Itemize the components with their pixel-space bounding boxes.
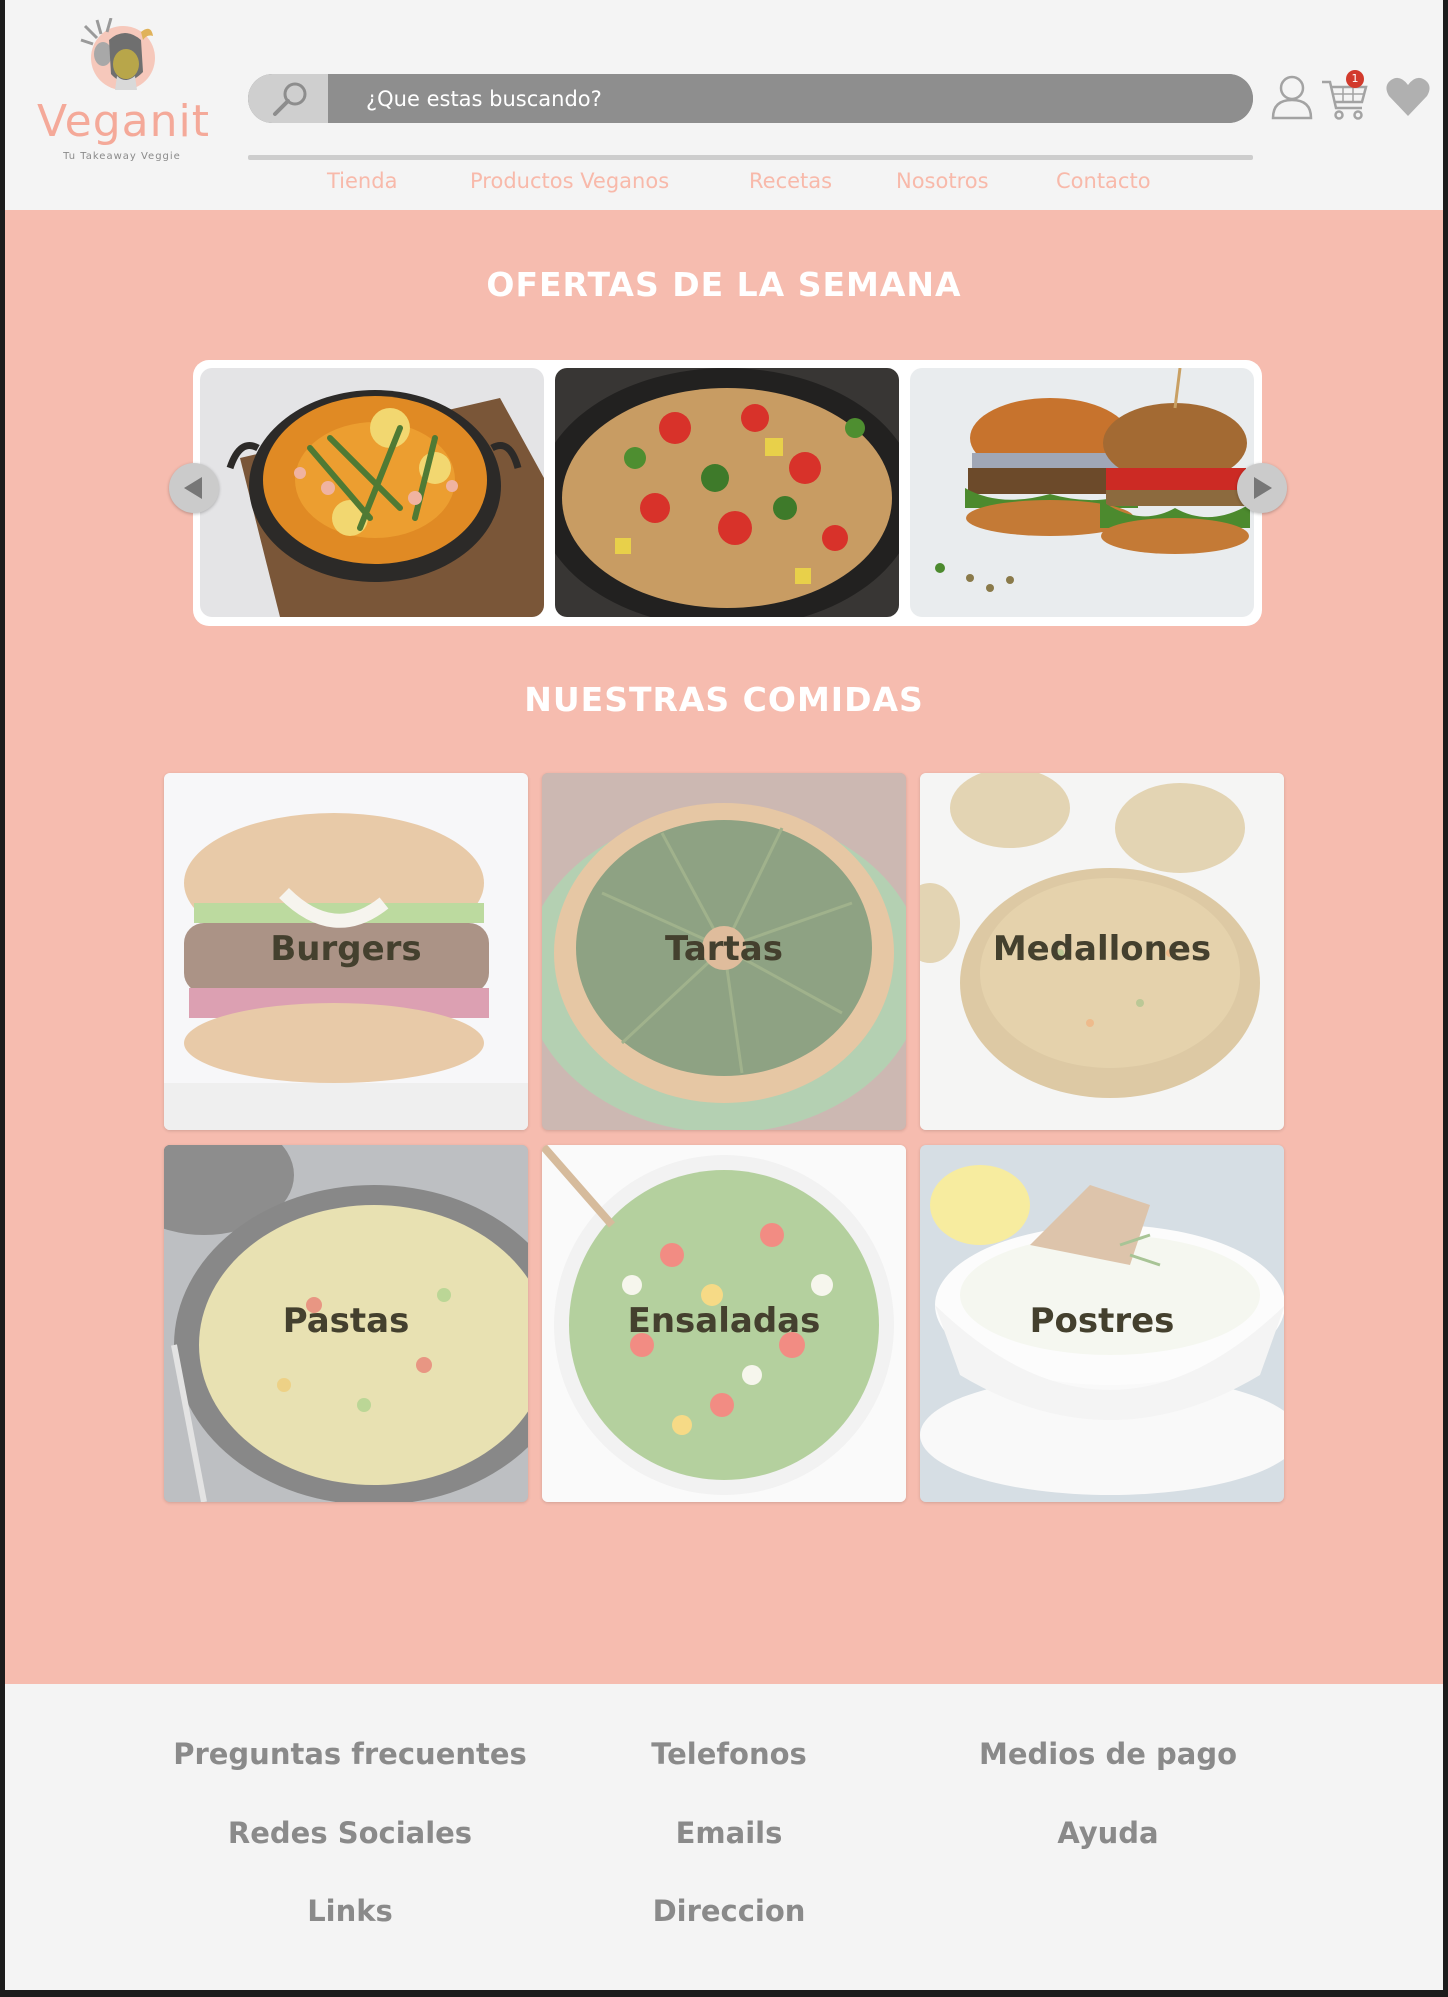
offer-slide-pasta[interactable] xyxy=(555,368,899,617)
footer-link-ayuda[interactable]: Ayuda xyxy=(898,1816,1318,1850)
meal-label-tartas: Tartas xyxy=(665,929,783,969)
cart-button[interactable]: 1 xyxy=(1320,70,1372,122)
pasta-salad-image xyxy=(555,368,899,617)
page: Veganit Tu Takeaway Veggie Tienda Produc… xyxy=(5,0,1443,1990)
meals-title: NUESTRAS COMIDAS xyxy=(524,680,924,719)
nav-item-nosotros[interactable]: Nosotros xyxy=(896,169,989,193)
footer-link-preguntas-frecuentes[interactable]: Preguntas frecuentes xyxy=(140,1737,560,1771)
carousel-next-button[interactable] xyxy=(1237,463,1287,513)
arrow-left-icon xyxy=(184,477,202,499)
meal-label-burgers: Burgers xyxy=(270,929,422,969)
nav-item-contacto[interactable]: Contacto xyxy=(1056,169,1151,193)
footer-link-emails[interactable]: Emails xyxy=(519,1816,939,1850)
search-button[interactable] xyxy=(248,74,328,123)
logo-avatar-icon xyxy=(80,18,155,90)
search-icon xyxy=(273,82,307,116)
paella-image xyxy=(200,368,544,617)
footer-link-direccion[interactable]: Direccion xyxy=(519,1894,939,1928)
favorites-button[interactable] xyxy=(1385,76,1431,118)
nav-divider xyxy=(248,155,1253,160)
main-content: OFERTAS DE LA SEMANA NUESTRAS COMIDAS Bu… xyxy=(5,210,1443,1684)
nav-item-tienda[interactable]: Tienda xyxy=(327,169,397,193)
footer-link-telefonos[interactable]: Telefonos xyxy=(519,1737,939,1771)
search-bar xyxy=(248,74,1253,123)
footer-link-medios-de-pago[interactable]: Medios de pago xyxy=(898,1737,1318,1771)
meal-label-postres: Postres xyxy=(1029,1301,1175,1341)
user-icon xyxy=(1271,75,1313,120)
carousel-prev-button[interactable] xyxy=(169,463,219,513)
footer-link-links[interactable]: Links xyxy=(140,1894,560,1928)
offers-title: OFERTAS DE LA SEMANA xyxy=(486,265,962,304)
heart-icon xyxy=(1386,77,1430,116)
meal-label-medallones: Medallones xyxy=(992,929,1212,969)
nav-item-productos-veganos[interactable]: Productos Veganos xyxy=(470,169,669,193)
offer-slide-paella[interactable] xyxy=(200,368,544,617)
veggie-burgers-image xyxy=(910,368,1254,617)
header: Veganit Tu Takeaway Veggie Tienda Produc… xyxy=(5,0,1443,210)
nav-item-recetas[interactable]: Recetas xyxy=(749,169,832,193)
meal-card-tartas[interactable]: Tartas xyxy=(542,773,906,1130)
meal-card-pastas[interactable]: Pastas xyxy=(164,1145,528,1502)
brand-logo[interactable]: Veganit Tu Takeaway Veggie xyxy=(37,18,211,168)
footer-link-redes-sociales[interactable]: Redes Sociales xyxy=(140,1816,560,1850)
cart-count-badge: 1 xyxy=(1346,70,1364,88)
user-account-button[interactable] xyxy=(1270,74,1314,120)
meal-label-pastas: Pastas xyxy=(282,1301,410,1341)
meal-card-medallones[interactable]: Medallones xyxy=(920,773,1284,1130)
offer-slide-burgers[interactable] xyxy=(910,368,1254,617)
search-input[interactable] xyxy=(328,74,1253,123)
offers-carousel xyxy=(193,360,1262,626)
meal-card-burgers[interactable]: Burgers xyxy=(164,773,528,1130)
brand-tagline: Tu Takeaway Veggie xyxy=(63,151,181,162)
footer: Preguntas frecuentes Telefonos Medios de… xyxy=(5,1684,1443,1990)
meal-card-postres[interactable]: Postres xyxy=(920,1145,1284,1502)
meal-label-ensaladas: Ensaladas xyxy=(627,1301,821,1341)
arrow-right-icon xyxy=(1254,477,1272,499)
meal-card-ensaladas[interactable]: Ensaladas xyxy=(542,1145,906,1502)
brand-name: Veganit xyxy=(37,96,211,147)
